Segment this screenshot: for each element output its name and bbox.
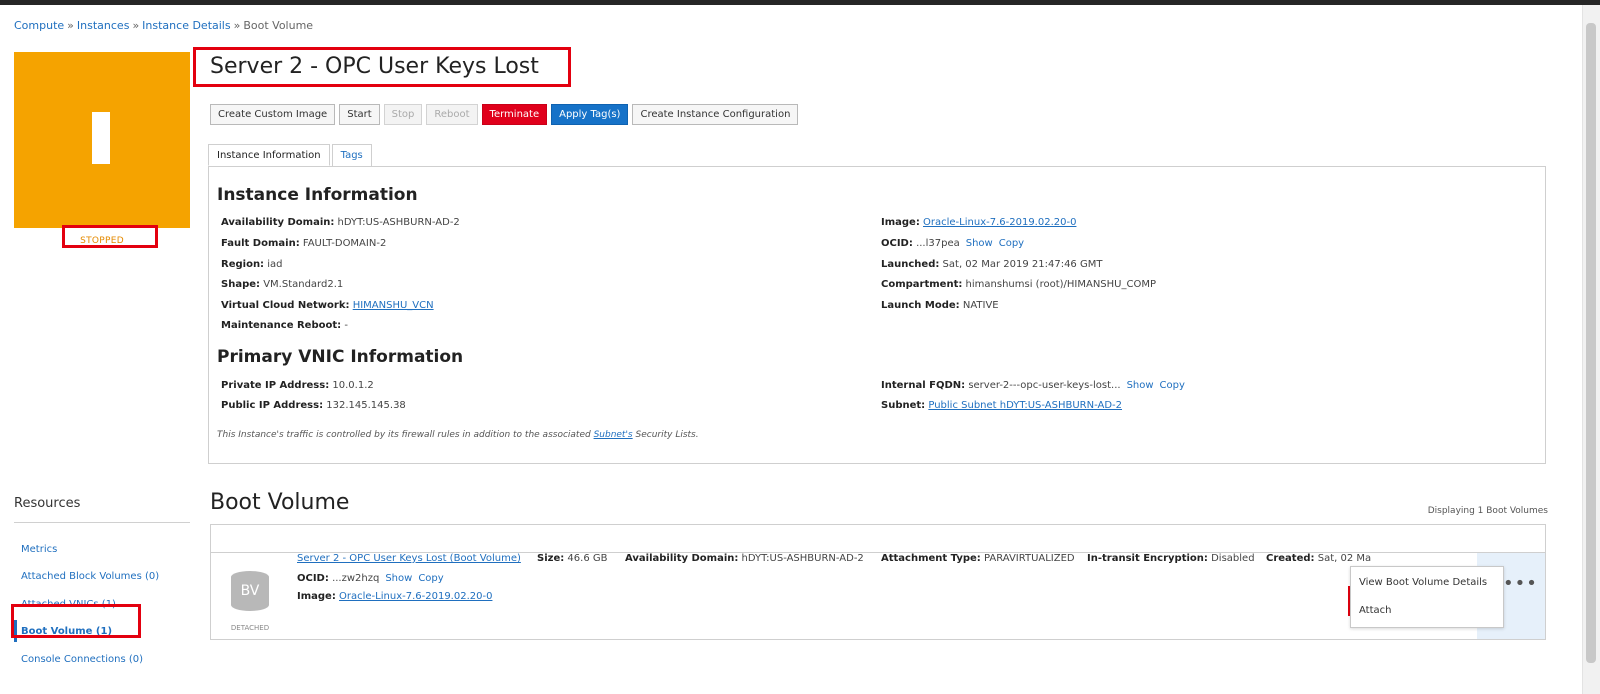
bv-ocid-show-link[interactable]: Show bbox=[385, 573, 412, 584]
image-row: Image: Oracle-Linux-7.6-2019.02.20-0 bbox=[881, 217, 1077, 228]
subnet-link[interactable]: Public Subnet hDYT:US-ASHBURN-AD-2 bbox=[928, 400, 1122, 411]
boot-volume-icon: BV bbox=[231, 567, 269, 615]
terminate-button[interactable]: Terminate bbox=[481, 104, 548, 125]
menu-item-attach[interactable]: Attach bbox=[1359, 605, 1391, 616]
resources-heading: Resources bbox=[14, 496, 81, 511]
ocid-copy-link[interactable]: Copy bbox=[999, 238, 1024, 249]
reboot-button[interactable]: Reboot bbox=[426, 104, 478, 125]
private-ip-row: Private IP Address: 10.0.1.2 bbox=[221, 380, 374, 391]
internal-fqdn-row: Internal FQDN: server-2---opc-user-keys-… bbox=[881, 380, 1185, 391]
apply-tags-button[interactable]: Apply Tag(s) bbox=[551, 104, 629, 125]
scrollbar-thumb[interactable] bbox=[1586, 23, 1596, 663]
start-button[interactable]: Start bbox=[339, 104, 380, 125]
detail-tabs: Instance Information Tags bbox=[208, 144, 372, 166]
launched-row: Launched: Sat, 02 Mar 2019 21:47:46 GMT bbox=[881, 259, 1103, 270]
breadcrumb-instances[interactable]: Instances bbox=[77, 19, 130, 32]
maintenance-reboot-row: Maintenance Reboot: - bbox=[221, 320, 348, 331]
instance-state-label: STOPPED bbox=[80, 236, 124, 246]
boot-volume-actions-menu: View Boot Volume Details Attach bbox=[1350, 566, 1504, 628]
sidebar-item-attached-block-volumes[interactable]: Attached Block Volumes (0) bbox=[14, 565, 190, 587]
tab-tags[interactable]: Tags bbox=[331, 144, 372, 166]
boot-volume-status: DETACHED bbox=[230, 624, 270, 632]
fqdn-copy-link[interactable]: Copy bbox=[1160, 380, 1185, 391]
fqdn-show-link[interactable]: Show bbox=[1127, 380, 1154, 391]
ocid-row: OCID: ...l37pea Show Copy bbox=[881, 238, 1025, 249]
action-toolbar: Create Custom Image Start Stop Reboot Te… bbox=[210, 104, 799, 125]
resources-divider bbox=[14, 522, 190, 523]
tab-instance-information[interactable]: Instance Information bbox=[208, 144, 330, 166]
boot-volume-availability-domain: Availability Domain: hDYT:US-ASHBURN-AD-… bbox=[625, 553, 864, 564]
region-row: Region: iad bbox=[221, 259, 283, 270]
public-ip-row: Public IP Address: 132.145.145.38 bbox=[221, 400, 406, 411]
availability-domain-row: Availability Domain: hDYT:US-ASHBURN-AD-… bbox=[221, 217, 460, 228]
sidebar-item-metrics[interactable]: Metrics bbox=[14, 538, 190, 560]
image-link[interactable]: Oracle-Linux-7.6-2019.02.20-0 bbox=[923, 217, 1076, 228]
boot-volume-name-row: Server 2 - OPC User Keys Lost (Boot Volu… bbox=[297, 553, 521, 564]
launch-mode-row: Launch Mode: NATIVE bbox=[881, 300, 999, 311]
boot-volume-in-transit-encryption: In-transit Encryption: Disabled bbox=[1087, 553, 1255, 564]
compartment-row: Compartment: himanshumsi (root)/HIMANSHU… bbox=[881, 279, 1157, 290]
stop-button[interactable]: Stop bbox=[383, 104, 423, 125]
boot-volume-ocid-row: OCID: ...zw2hzq Show Copy bbox=[297, 573, 444, 584]
boot-volume-attachment-type: Attachment Type: PARAVIRTUALIZED bbox=[881, 553, 1075, 564]
boot-volume-created: Created: Sat, 02 Ma bbox=[1266, 553, 1372, 564]
subnets-link[interactable]: Subnet's bbox=[594, 430, 633, 440]
top-bar bbox=[0, 0, 1600, 5]
create-instance-configuration-button[interactable]: Create Instance Configuration bbox=[632, 104, 799, 125]
create-custom-image-button[interactable]: Create Custom Image bbox=[210, 104, 336, 125]
breadcrumb-current: Boot Volume bbox=[243, 19, 314, 32]
breadcrumb-compute[interactable]: Compute bbox=[14, 19, 64, 32]
firewall-note: This Instance's traffic is controlled by… bbox=[217, 430, 699, 440]
scrollbar[interactable] bbox=[1582, 5, 1600, 694]
sidebar-item-boot-volume[interactable]: Boot Volume (1) bbox=[14, 620, 190, 642]
instance-info-panel: Instance Information Availability Domain… bbox=[208, 166, 1546, 464]
menu-item-view-boot-volume-details[interactable]: View Boot Volume Details bbox=[1359, 577, 1487, 588]
breadcrumb-instance-details[interactable]: Instance Details bbox=[142, 19, 230, 32]
shape-row: Shape: VM.Standard2.1 bbox=[221, 279, 344, 290]
fault-domain-row: Fault Domain: FAULT-DOMAIN-2 bbox=[221, 238, 387, 249]
vnic-heading: Primary VNIC Information bbox=[217, 347, 464, 367]
breadcrumb: Compute» Instances» Instance Details» Boot … bbox=[14, 19, 314, 32]
results-count: Displaying 1 Boot Volumes bbox=[1427, 506, 1548, 516]
sidebar-item-console-connections[interactable]: Console Connections (0) bbox=[14, 648, 190, 670]
page-title: Server 2 - OPC User Keys Lost bbox=[210, 54, 539, 79]
boot-volume-list-header bbox=[211, 525, 1545, 553]
vcn-link[interactable]: HIMANSHU_VCN bbox=[353, 300, 434, 311]
boot-volume-name-link[interactable]: Server 2 - OPC User Keys Lost (Boot Volu… bbox=[297, 553, 521, 564]
instance-icon bbox=[92, 112, 110, 164]
instance-information-heading: Instance Information bbox=[217, 185, 418, 205]
instance-status-tile bbox=[14, 52, 190, 228]
bv-image-link[interactable]: Oracle-Linux-7.6-2019.02.20-0 bbox=[339, 591, 492, 602]
boot-volume-list: BV DETACHED Server 2 - OPC User Keys Los… bbox=[210, 524, 1546, 640]
sidebar-item-attached-vnics[interactable]: Attached VNICs (1) bbox=[14, 593, 190, 615]
boot-volume-heading: Boot Volume bbox=[210, 490, 350, 515]
boot-volume-image-row: Image: Oracle-Linux-7.6-2019.02.20-0 bbox=[297, 591, 493, 602]
subnet-row: Subnet: Public Subnet hDYT:US-ASHBURN-AD… bbox=[881, 400, 1123, 411]
bv-ocid-copy-link[interactable]: Copy bbox=[418, 573, 443, 584]
more-actions-icon[interactable]: ••• bbox=[1503, 573, 1538, 594]
ocid-show-link[interactable]: Show bbox=[966, 238, 993, 249]
vcn-row: Virtual Cloud Network: HIMANSHU_VCN bbox=[221, 300, 434, 311]
boot-volume-size: Size: 46.6 GB bbox=[537, 553, 608, 564]
